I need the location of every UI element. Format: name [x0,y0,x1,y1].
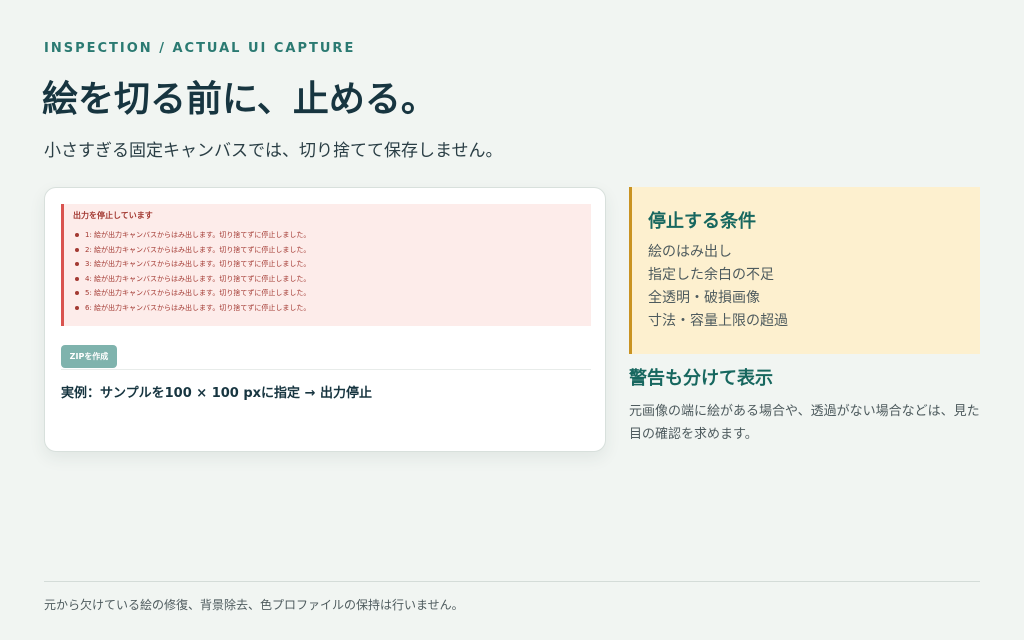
eyebrow-label: INSPECTION / ACTUAL UI CAPTURE [44,41,356,56]
footer-note: 元から欠けている絵の修復、背景除去、色プロファイルの保持は行いません。 [44,598,464,612]
ui-capture-card: 出力を停止しています 1: 絵が出力キャンバスからはみ出します。切り捨てずに停止… [44,187,606,452]
divider [61,369,591,370]
error-item: 6: 絵が出力キャンバスからはみ出します。切り捨てずに停止しました。 [73,304,310,319]
condition-item: 全透明・破損画像 [648,290,760,306]
condition-item: 寸法・容量上限の超過 [648,313,788,329]
warnings-body: 元画像の端に絵がある場合や、透過がない場合などは、見た目の確認を求めます。 [629,404,980,442]
error-item: 2: 絵が出力キャンバスからはみ出します。切り捨てずに停止しました。 [73,246,310,261]
warnings-heading: 警告も分けて表示 [629,368,773,389]
page-title: 絵を切る前に、止める。 [42,79,437,120]
create-zip-button[interactable]: ZIPを作成 [61,345,117,368]
error-item: 4: 絵が出力キャンバスからはみ出します。切り捨てずに停止しました。 [73,275,310,290]
error-alert-title: 出力を停止しています [73,211,153,220]
error-item: 1: 絵が出力キャンバスからはみ出します。切り捨てずに停止しました。 [73,231,310,246]
condition-item: 絵のはみ出し [648,244,732,260]
error-list: 1: 絵が出力キャンバスからはみ出します。切り捨てずに停止しました。 2: 絵が… [73,231,310,318]
footer-divider [44,581,980,582]
stop-conditions-panel: 停止する条件 絵のはみ出し 指定した余白の不足 全透明・破損画像 寸法・容量上限… [629,187,980,354]
example-caption: 実例：サンプルを100 × 100 pxに指定 → 出力停止 [61,386,372,401]
error-item: 3: 絵が出力キャンバスからはみ出します。切り捨てずに停止しました。 [73,260,310,275]
error-item: 5: 絵が出力キャンバスからはみ出します。切り捨てずに停止しました。 [73,289,310,304]
condition-item: 指定した余白の不足 [648,267,774,283]
stop-conditions-list: 絵のはみ出し 指定した余白の不足 全透明・破損画像 寸法・容量上限の超過 [648,243,788,335]
page-subtitle: 小さすぎる固定キャンバスでは、切り捨てて保存しません。 [44,141,503,161]
error-alert: 出力を停止しています 1: 絵が出力キャンバスからはみ出します。切り捨てずに停止… [61,204,591,326]
stop-conditions-title: 停止する条件 [648,211,756,232]
